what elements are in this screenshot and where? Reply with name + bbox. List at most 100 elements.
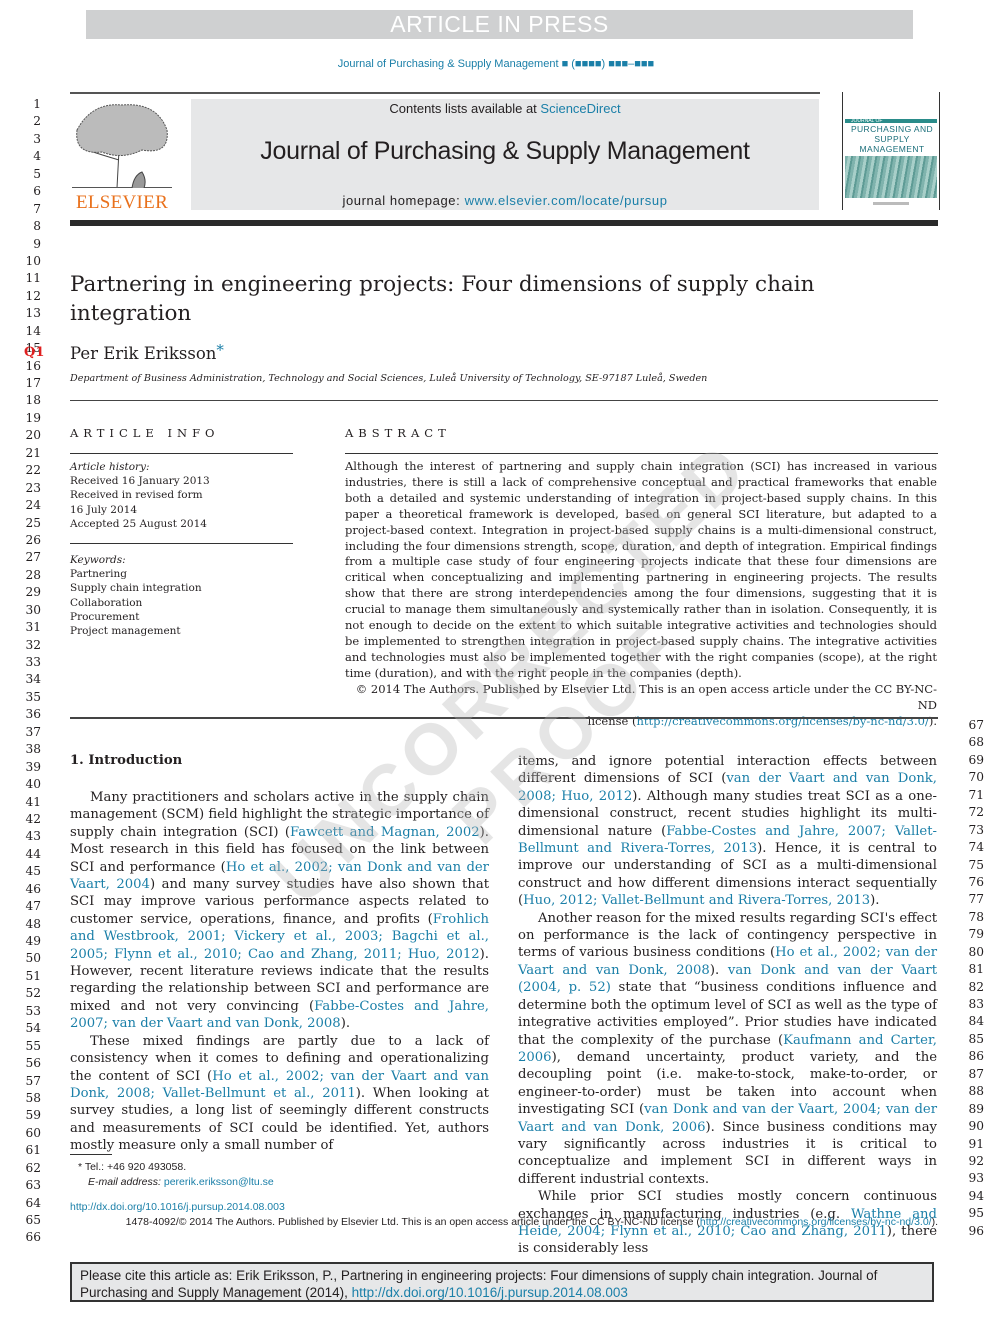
footnote-rule bbox=[70, 1154, 112, 1155]
line-number: 88 bbox=[968, 1084, 984, 1099]
line-number: 72 bbox=[968, 805, 984, 820]
doi-link[interactable]: http://dx.doi.org/10.1016/j.pursup.2014.… bbox=[70, 1201, 285, 1213]
line-number: 80 bbox=[968, 944, 984, 959]
line-number: 7 bbox=[33, 201, 41, 216]
license-suffix: ). bbox=[928, 713, 937, 728]
line-number: 79 bbox=[968, 927, 984, 942]
running-head: Journal of Purchasing & Supply Managemen… bbox=[337, 58, 655, 70]
line-number: 70 bbox=[968, 770, 984, 785]
author-footnote-link[interactable]: * bbox=[216, 341, 224, 359]
line-number: 78 bbox=[968, 909, 984, 924]
line-number: 6 bbox=[33, 184, 41, 199]
citation-doi-link[interactable]: http://dx.doi.org/10.1016/j.pursup.2014.… bbox=[352, 1285, 628, 1300]
section-heading-introduction: 1. Introduction bbox=[70, 753, 183, 768]
rule-divider bbox=[70, 453, 293, 454]
line-number: 8 bbox=[33, 219, 41, 234]
line-number: 16 bbox=[25, 358, 41, 373]
email-label: E-mail address: bbox=[88, 1176, 164, 1188]
copyright-line: © 2014 The Authors. Published by Elsevie… bbox=[355, 682, 937, 712]
rule-divider bbox=[70, 543, 293, 544]
affiliation: Department of Business Administration, T… bbox=[70, 373, 708, 384]
line-number: 75 bbox=[968, 857, 984, 872]
elsevier-logo[interactable]: ELSEVIER bbox=[70, 100, 174, 213]
keywords: Keywords: Partnering Supply chain integra… bbox=[70, 553, 293, 638]
line-number: 17 bbox=[25, 376, 41, 390]
line-number: 47 bbox=[25, 899, 41, 914]
citation-link[interactable]: Huo, 2012; Vallet-Bellmunt and Rivera-To… bbox=[523, 893, 870, 908]
line-number: 51 bbox=[25, 968, 41, 983]
line-number: 26 bbox=[25, 532, 41, 547]
header-top-rule bbox=[70, 92, 820, 94]
line-number: 87 bbox=[968, 1066, 984, 1081]
line-number: 18 bbox=[25, 393, 41, 408]
line-number: 35 bbox=[25, 689, 41, 704]
line-number: 19 bbox=[25, 410, 41, 425]
line-number: 45 bbox=[25, 864, 41, 879]
line-number: 12 bbox=[25, 288, 41, 303]
line-number: 48 bbox=[25, 916, 41, 931]
footnote-email-line: E-mail address: pererik.eriksson@ltu.se bbox=[78, 1175, 274, 1190]
line-number: 58 bbox=[25, 1090, 41, 1105]
email-link[interactable]: pererik.eriksson@ltu.se bbox=[164, 1176, 274, 1188]
line-number: 29 bbox=[25, 585, 41, 600]
line-number: 34 bbox=[25, 672, 41, 687]
history-label: Article history: bbox=[70, 461, 150, 473]
line-number: 49 bbox=[25, 934, 41, 948]
line-number: 11 bbox=[25, 271, 41, 286]
query-marker[interactable]: Q1 bbox=[24, 345, 44, 360]
abstract-copyright: © 2014 The Authors. Published by Elsevie… bbox=[345, 682, 937, 730]
line-number: 63 bbox=[25, 1178, 41, 1193]
line-number: 36 bbox=[25, 707, 41, 722]
issn-license-link[interactable]: http://creativecommons.org/licenses/by-n… bbox=[700, 1216, 932, 1228]
line-number: 67 bbox=[968, 718, 984, 732]
body-text: ). bbox=[709, 962, 728, 978]
line-number: 76 bbox=[968, 874, 984, 889]
line-number: 92 bbox=[968, 1153, 984, 1168]
line-number: 93 bbox=[968, 1171, 984, 1186]
line-number: 13 bbox=[25, 306, 41, 321]
keyword-item: Procurement bbox=[70, 610, 140, 623]
line-number: 4 bbox=[33, 149, 41, 164]
line-number: 40 bbox=[25, 777, 41, 792]
line-number: 28 bbox=[25, 567, 41, 582]
line-number: 2 bbox=[33, 114, 41, 129]
line-number: 5 bbox=[33, 166, 41, 181]
line-number: 3 bbox=[33, 131, 41, 146]
article-title: Partnering in engineering projects: Four… bbox=[70, 272, 815, 326]
header-bottom-rule bbox=[70, 220, 938, 226]
line-number: 81 bbox=[968, 962, 984, 977]
line-number: 89 bbox=[968, 1101, 984, 1116]
rule-divider bbox=[70, 400, 938, 401]
contents-prefix: Contents lists available at bbox=[389, 101, 541, 116]
citation-box: Please cite this article as: Erik Erikss… bbox=[70, 1262, 934, 1302]
cover-title: PURCHASING AND SUPPLY MANAGEMENT bbox=[850, 124, 934, 154]
line-number: 27 bbox=[25, 550, 41, 565]
citation-link[interactable]: Fawcett and Magnan, 2002 bbox=[290, 825, 480, 840]
paragraph: Another reason for the mixed results reg… bbox=[518, 910, 937, 1189]
line-number: 20 bbox=[25, 428, 41, 443]
paragraph: Many practitioners and scholars active i… bbox=[70, 789, 489, 1033]
line-number: 56 bbox=[25, 1056, 41, 1071]
line-number: 21 bbox=[25, 445, 41, 460]
homepage-link[interactable]: www.elsevier.com/locate/pursup bbox=[465, 193, 668, 208]
journal-masthead: Contents lists available at ScienceDirec… bbox=[191, 99, 819, 210]
line-number: 94 bbox=[968, 1188, 984, 1203]
line-number: 52 bbox=[25, 986, 41, 1001]
license-link[interactable]: http://creativecommons.org/licenses/by-n… bbox=[637, 714, 929, 728]
body-column-left: Many practitioners and scholars active i… bbox=[70, 789, 489, 1155]
keyword-item: Supply chain integration bbox=[70, 582, 202, 595]
line-number: 42 bbox=[25, 811, 41, 826]
line-number: 84 bbox=[968, 1014, 984, 1029]
body-column-right: items, and ignore potential interaction … bbox=[518, 753, 937, 1258]
paragraph: items, and ignore potential interaction … bbox=[518, 753, 937, 910]
journal-cover-thumbnail[interactable]: JOURNAL OF PURCHASING AND SUPPLY MANAGEM… bbox=[842, 92, 940, 210]
line-number: 53 bbox=[25, 1003, 41, 1018]
line-number: 64 bbox=[25, 1195, 41, 1210]
history-item: 16 July 2014 bbox=[70, 503, 138, 516]
sciencedirect-link[interactable]: ScienceDirect bbox=[540, 101, 620, 116]
article-history: Article history: Received 16 January 201… bbox=[70, 460, 293, 531]
line-number: 39 bbox=[25, 759, 41, 774]
line-number: 10 bbox=[25, 253, 41, 268]
issn-suffix: ). bbox=[931, 1216, 938, 1228]
line-number: 83 bbox=[968, 997, 984, 1011]
